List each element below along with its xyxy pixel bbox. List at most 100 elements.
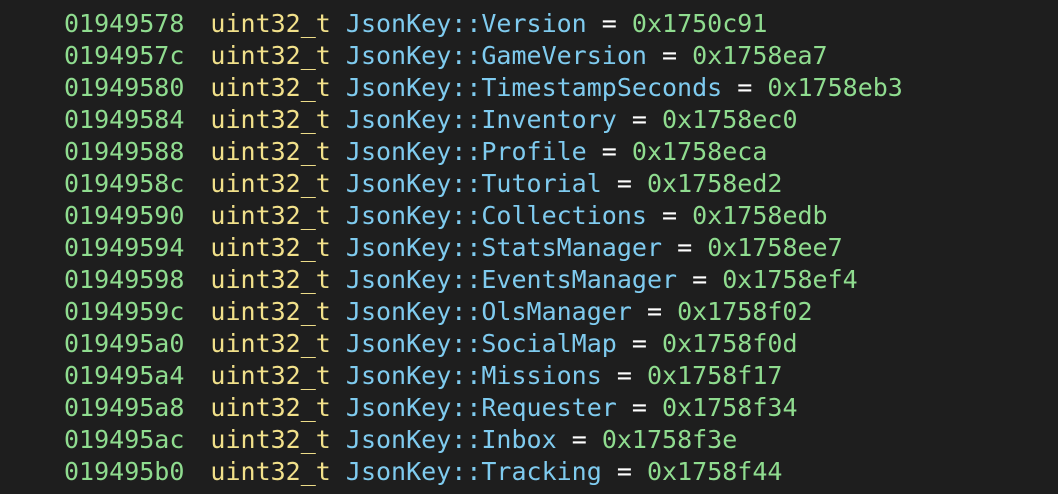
- scope-separator: ::: [451, 169, 482, 198]
- type-name: uint32_t: [210, 169, 331, 198]
- assignment-operator: =: [646, 297, 663, 326]
- line-address: 0194957c: [64, 41, 185, 70]
- namespace-name: JsonKey: [345, 105, 452, 134]
- namespace-name: JsonKey: [345, 233, 452, 262]
- member-name: Version: [481, 9, 587, 38]
- namespace-name: JsonKey: [345, 201, 452, 230]
- line-address: 019495a4: [64, 361, 185, 390]
- member-name: Tracking: [481, 457, 602, 486]
- code-line: 019495b0 uint32_t JsonKey::Tracking = 0x1…: [64, 456, 903, 488]
- hex-value: 0x1758edb: [692, 201, 828, 230]
- line-address: 01949588: [64, 137, 185, 166]
- type-name: uint32_t: [210, 329, 331, 358]
- member-name: Tutorial: [481, 169, 602, 198]
- hex-value: 0x1750c91: [631, 9, 768, 38]
- member-name: OlsManager: [481, 297, 632, 326]
- assignment-operator: =: [677, 233, 693, 262]
- namespace-name: JsonKey: [345, 425, 452, 454]
- hex-value: 0x1758f0d: [662, 329, 798, 358]
- namespace-name: JsonKey: [345, 361, 452, 390]
- scope-separator: ::: [451, 9, 482, 38]
- scope-separator: ::: [451, 265, 482, 294]
- member-name: GameVersion: [481, 41, 647, 70]
- scope-separator: ::: [451, 393, 482, 422]
- member-name: Missions: [481, 361, 602, 390]
- line-address: 019495a8: [64, 393, 185, 422]
- code-line: 019495ac uint32_t JsonKey::Inbox = 0x1758…: [64, 424, 903, 456]
- type-name: uint32_t: [210, 393, 331, 422]
- assignment-operator: =: [631, 105, 647, 134]
- line-address: 019495ac: [64, 425, 185, 454]
- line-address: 01949584: [64, 105, 185, 134]
- hex-value: 0x1758eb3: [767, 73, 903, 102]
- type-name: uint32_t: [210, 9, 331, 38]
- hex-value: 0x1758ee7: [707, 233, 843, 262]
- member-name: Inbox: [481, 425, 557, 454]
- namespace-name: JsonKey: [345, 329, 452, 358]
- namespace-name: JsonKey: [345, 73, 452, 102]
- hex-value: 0x1758f02: [677, 297, 813, 326]
- member-name: TimestampSeconds: [481, 73, 723, 102]
- type-name: uint32_t: [210, 425, 331, 454]
- assignment-operator: =: [662, 41, 678, 70]
- type-name: uint32_t: [210, 361, 331, 390]
- namespace-name: JsonKey: [345, 393, 452, 422]
- scope-separator: ::: [451, 329, 482, 358]
- type-name: uint32_t: [210, 233, 331, 262]
- type-name: uint32_t: [210, 457, 331, 486]
- scope-separator: ::: [451, 73, 482, 102]
- code-line: 01949594 uint32_t JsonKey::StatsManager =…: [64, 232, 903, 264]
- type-name: uint32_t: [210, 201, 331, 230]
- code-line: 01949584 uint32_t JsonKey::Inventory = 0x…: [64, 104, 903, 136]
- line-address: 01949598: [64, 265, 185, 294]
- line-address: 01949580: [64, 73, 185, 102]
- scope-separator: ::: [451, 137, 482, 166]
- assignment-operator: =: [662, 201, 678, 230]
- code-line: 01949598 uint32_t JsonKey::EventsManager …: [64, 264, 903, 296]
- namespace-name: JsonKey: [345, 297, 452, 326]
- assignment-operator: =: [616, 457, 632, 486]
- code-line: 0194959c uint32_t JsonKey::OlsManager = 0…: [64, 296, 903, 328]
- line-address: 01949590: [64, 201, 185, 230]
- namespace-name: JsonKey: [345, 265, 452, 294]
- namespace-name: JsonKey: [345, 9, 452, 38]
- scope-separator: ::: [451, 425, 482, 454]
- code-line: 019495a4 uint32_t JsonKey::Missions = 0x1…: [64, 360, 903, 392]
- assignment-operator: =: [616, 169, 632, 198]
- line-address: 01949594: [64, 233, 185, 262]
- code-line: 01949588 uint32_t JsonKey::Profile = 0x17…: [64, 136, 903, 168]
- assignment-operator: =: [601, 137, 617, 166]
- assignment-operator: =: [631, 393, 647, 422]
- assignment-operator: =: [692, 265, 708, 294]
- type-name: uint32_t: [210, 297, 331, 326]
- code-line: 019495a8 uint32_t JsonKey::Requester = 0x…: [64, 392, 903, 424]
- type-name: uint32_t: [210, 105, 331, 134]
- code-line: 01949578 uint32_t JsonKey::Version = 0x17…: [64, 8, 903, 40]
- member-name: Collections: [481, 201, 647, 230]
- hex-value: 0x1758eca: [631, 137, 768, 166]
- hex-value: 0x1758f34: [662, 393, 798, 422]
- scope-separator: ::: [451, 41, 482, 70]
- hex-value: 0x1758ed2: [646, 169, 783, 198]
- code-line: 01949590 uint32_t JsonKey::Collections = …: [64, 200, 903, 232]
- hex-value: 0x1758f17: [646, 361, 783, 390]
- code-lines: 01949578 uint32_t JsonKey::Version = 0x17…: [64, 8, 903, 488]
- member-name: Inventory: [481, 105, 617, 134]
- hex-value: 0x1758f44: [646, 457, 783, 486]
- assignment-operator: =: [737, 73, 753, 102]
- line-address: 019495a0: [64, 329, 185, 358]
- namespace-name: JsonKey: [345, 457, 452, 486]
- namespace-name: JsonKey: [345, 41, 452, 70]
- code-line: 0194957c uint32_t JsonKey::GameVersion = …: [64, 40, 903, 72]
- code-line: 019495a0 uint32_t JsonKey::SocialMap = 0x…: [64, 328, 903, 360]
- line-address: 01949578: [64, 9, 185, 38]
- namespace-name: JsonKey: [345, 169, 452, 198]
- line-address: 0194959c: [64, 297, 185, 326]
- line-address: 019495b0: [64, 457, 185, 486]
- scope-separator: ::: [451, 457, 482, 486]
- code-line: 0194958c uint32_t JsonKey::Tutorial = 0x1…: [64, 168, 903, 200]
- type-name: uint32_t: [210, 41, 331, 70]
- code-line: 01949580 uint32_t JsonKey::TimestampSecon…: [64, 72, 903, 104]
- namespace-name: JsonKey: [345, 137, 452, 166]
- hex-value: 0x1758ea7: [692, 41, 828, 70]
